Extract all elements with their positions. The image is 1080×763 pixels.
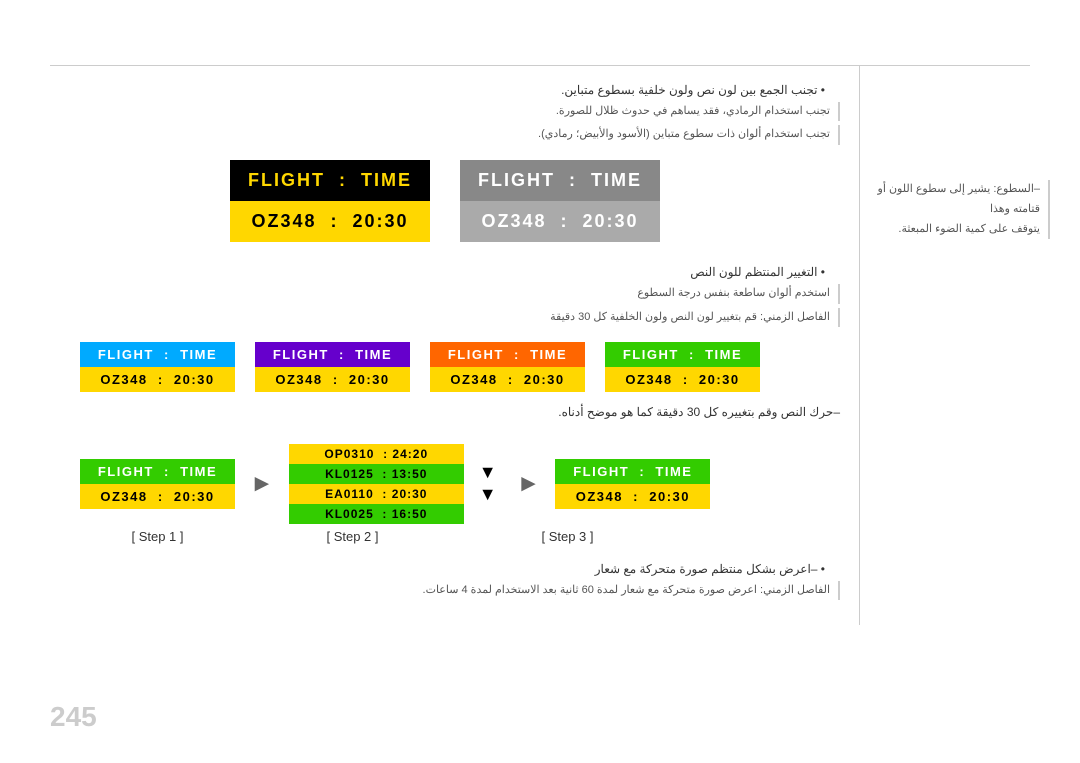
dash1: تجنب استخدام الرمادي، فقد يساهم في حدوث … [50,102,840,122]
down-arrow2: ▼ [479,484,497,506]
large-card-black: FLIGHT : TIME OZ348 : 20:30 [230,160,430,242]
arrow2: ► [517,470,541,498]
small-card-orange: FLIGHT : TIME OZ348 : 20:30 [430,342,585,392]
small-card-blue: FLIGHT : TIME OZ348 : 20:30 [80,342,235,392]
sc-blue-r2: OZ348 : 20:30 [80,367,235,392]
right-note2: يتوقف على كمية الضوء المبعثة. [898,223,1040,235]
sc-green-r2: OZ348 : 20:30 [605,367,760,392]
right-note1: –السطوع: يشير إلى سطوع اللون أو قتامته و… [878,183,1040,215]
page-number: 245 [50,701,97,733]
bullet2: التغيير المنتظم للون النص [50,262,840,284]
step3-label: [ Step 3 ] [490,529,645,544]
small-card-green: FLIGHT : TIME OZ348 : 20:30 [605,342,760,392]
dash4: الفاصل الزمني: قم بتغيير لون النص ولون ا… [50,308,840,328]
steps-section: FLIGHT : TIME OZ348 : 20:30 ► OP0310 : 2… [50,444,840,524]
down-arrow1: ▼ [479,462,497,484]
top-divider [50,65,1030,66]
arrow1: ► [250,470,274,498]
mid-r4: KL0025 : 16:50 [289,504,464,524]
down-arrows: ▼ ▼ [479,462,497,505]
mid-r2: KL0125 : 13:50 [289,464,464,484]
step3-card: FLIGHT : TIME OZ348 : 20:30 [555,459,710,509]
step1-card: FLIGHT : TIME OZ348 : 20:30 [80,459,235,509]
step1-r2: OZ348 : 20:30 [80,484,235,509]
sc-purple-r2: OZ348 : 20:30 [255,367,410,392]
sc-orange-r2: OZ348 : 20:30 [430,367,585,392]
step-labels: [ Step 1 ] [ Step 2 ] [ Step 3 ] [50,529,840,544]
large-card-black-row1: FLIGHT : TIME [230,160,430,201]
arabic-display: –اعرض بشكل منتظم صورة متحركة مع شعار [50,559,840,581]
mid-r3: EA0110 : 20:30 [289,484,464,504]
sc-purple-r1: FLIGHT : TIME [255,342,410,367]
middle-card: OP0310 : 24:20 KL0125 : 13:50 EA0110 : 2… [289,444,464,524]
large-card-gray-row2: OZ348 : 20:30 [460,201,660,242]
large-card-gray-row1: FLIGHT : TIME [460,160,660,201]
arabic-scroll: –حرك النص وقم بتغييره كل 30 دقيقة كما هو… [50,402,840,424]
step3-r1: FLIGHT : TIME [555,459,710,484]
right-sidebar: –السطوع: يشير إلى سطوع اللون أو قتامته و… [860,180,1050,243]
right-note: –السطوع: يشير إلى سطوع اللون أو قتامته و… [860,180,1050,239]
large-card-gray: FLIGHT : TIME OZ348 : 20:30 [460,160,660,242]
step3-r2: OZ348 : 20:30 [555,484,710,509]
sc-blue-r1: FLIGHT : TIME [80,342,235,367]
large-cards-section: FLIGHT : TIME OZ348 : 20:30 FLIGHT : TIM… [50,160,840,242]
step2-label: [ Step 2 ] [265,529,440,544]
bullet1: تجنب الجمع بين لون نص ولون خلفية بسطوع م… [50,80,840,102]
dash3: استخدم ألوان ساطعة بنفس درجة السطوع [50,284,840,304]
right-divider [859,65,860,625]
sc-green-r1: FLIGHT : TIME [605,342,760,367]
small-cards-row: FLIGHT : TIME OZ348 : 20:30 FLIGHT : TIM… [50,342,840,392]
step1-r1: FLIGHT : TIME [80,459,235,484]
large-card-black-row2: OZ348 : 20:30 [230,201,430,242]
small-card-purple: FLIGHT : TIME OZ348 : 20:30 [255,342,410,392]
main-content: تجنب الجمع بين لون نص ولون خلفية بسطوع م… [50,80,840,604]
mid-r1: OP0310 : 24:20 [289,444,464,464]
dash2: تجنب استخدام ألوان ذات سطوع متباين (الأس… [50,125,840,145]
arabic-display2: الفاصل الزمني: اعرض صورة متحركة مع شعار … [50,581,840,601]
sc-orange-r1: FLIGHT : TIME [430,342,585,367]
step1-label: [ Step 1 ] [80,529,235,544]
